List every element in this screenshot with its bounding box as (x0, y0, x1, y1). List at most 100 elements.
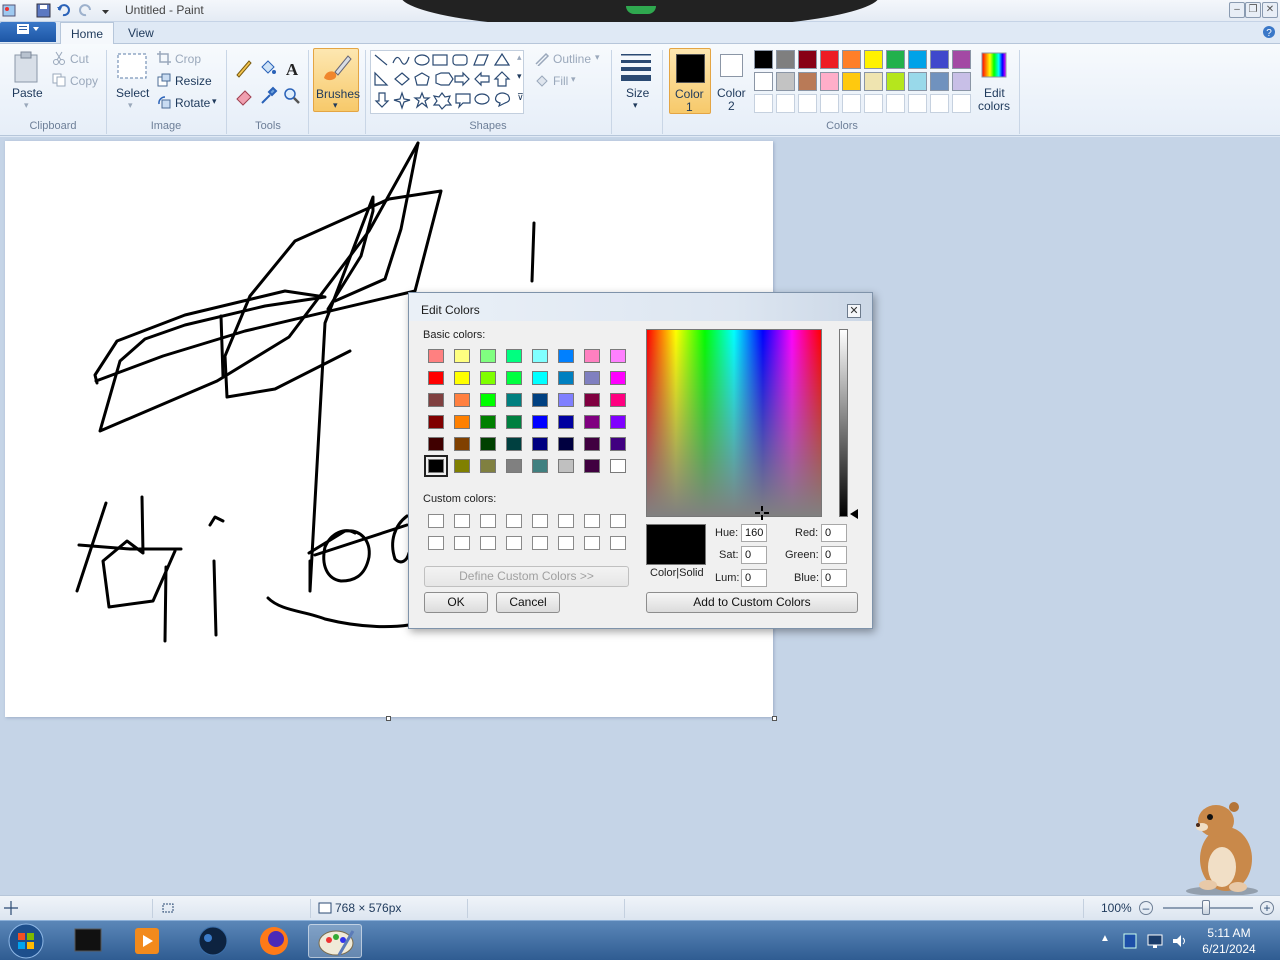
color1-button[interactable]: Color 1 (669, 48, 711, 114)
tab-home[interactable]: Home (60, 22, 115, 44)
fill-dropdown-icon[interactable]: ▾ (571, 74, 576, 85)
taskbar-app-3[interactable] (186, 924, 240, 958)
taskbar-app-4[interactable] (247, 924, 301, 958)
magnifier-icon[interactable] (282, 86, 302, 106)
canvas-resize-handle-corner[interactable] (772, 716, 777, 721)
basic-color-swatch[interactable] (428, 349, 444, 363)
basic-color-swatch[interactable] (558, 437, 574, 451)
restore-button[interactable]: ❐ (1245, 2, 1261, 18)
basic-color-swatch[interactable] (506, 393, 522, 407)
undo-icon[interactable] (56, 3, 71, 18)
resize-button[interactable]: Resize (175, 74, 212, 88)
custom-color-swatch[interactable] (584, 536, 600, 550)
basic-color-swatch[interactable] (532, 349, 548, 363)
green-field[interactable]: 0 (821, 546, 847, 564)
custom-color-swatch[interactable] (428, 536, 444, 550)
basic-color-swatch[interactable] (584, 349, 600, 363)
rotate-icon[interactable] (157, 95, 171, 109)
taskbar-app-1[interactable] (62, 924, 116, 958)
paste-dropdown-icon[interactable]: ▾ (24, 100, 29, 111)
basic-color-swatch[interactable] (584, 415, 600, 429)
size-dropdown-icon[interactable]: ▾ (633, 100, 638, 111)
palette-custom-slot[interactable] (754, 94, 773, 113)
basic-color-swatch[interactable] (558, 349, 574, 363)
custom-color-swatch[interactable] (428, 514, 444, 528)
dialog-title-bar[interactable]: Edit Colors ✕ (409, 293, 872, 321)
palette-color-swatch[interactable] (776, 50, 795, 69)
sat-field[interactable]: 0 (741, 546, 767, 564)
paint-menu-button[interactable] (0, 22, 56, 42)
volume-icon[interactable] (1170, 932, 1188, 950)
resize-icon[interactable] (157, 73, 171, 87)
basic-color-swatch[interactable] (480, 437, 496, 451)
basic-color-swatch[interactable] (424, 455, 448, 477)
luminosity-slider[interactable] (839, 329, 848, 517)
custom-color-swatch[interactable] (480, 514, 496, 528)
size-button[interactable]: Size (626, 86, 649, 100)
basic-color-swatch[interactable] (584, 393, 600, 407)
basic-color-swatch[interactable] (532, 415, 548, 429)
zoom-out-button[interactable]: – (1139, 901, 1153, 915)
start-button-icon[interactable] (6, 922, 46, 960)
palette-color-swatch[interactable] (754, 50, 773, 69)
basic-color-swatch[interactable] (506, 349, 522, 363)
taskbar-clock[interactable]: 5:11 AM 6/21/2024 (1196, 925, 1262, 957)
palette-color-swatch[interactable] (776, 72, 795, 91)
custom-color-swatch[interactable] (610, 536, 626, 550)
lum-field[interactable]: 0 (741, 569, 767, 587)
basic-color-swatch[interactable] (480, 349, 496, 363)
basic-color-swatch[interactable] (558, 393, 574, 407)
basic-color-swatch[interactable] (428, 437, 444, 451)
basic-color-swatch[interactable] (610, 371, 626, 385)
canvas-resize-handle-bottom[interactable] (386, 716, 391, 721)
customize-qat-icon[interactable] (98, 3, 113, 18)
basic-color-swatch[interactable] (428, 415, 444, 429)
shapes-scroll-up-icon[interactable]: ▴ (517, 52, 522, 63)
custom-color-swatch[interactable] (610, 514, 626, 528)
color-spectrum[interactable] (646, 329, 822, 520)
basic-color-swatch[interactable] (480, 393, 496, 407)
palette-color-swatch[interactable] (864, 72, 883, 91)
palette-custom-slot[interactable] (842, 94, 861, 113)
minimize-button[interactable]: – (1229, 2, 1245, 18)
luminosity-pointer-icon[interactable] (850, 509, 858, 519)
palette-color-swatch[interactable] (886, 72, 905, 91)
shapes-scroll-down-icon[interactable]: ▾ (517, 71, 522, 82)
pencil-icon[interactable] (234, 58, 254, 78)
palette-color-swatch[interactable] (842, 50, 861, 69)
basic-color-swatch[interactable] (610, 349, 626, 363)
tray-app-icon[interactable] (1121, 932, 1139, 950)
basic-color-swatch[interactable] (584, 437, 600, 451)
select-dropdown-icon[interactable]: ▾ (128, 100, 133, 111)
redo-icon[interactable] (78, 3, 93, 18)
palette-color-swatch[interactable] (930, 72, 949, 91)
basic-color-swatch[interactable] (610, 415, 626, 429)
select-icon[interactable] (116, 52, 148, 80)
basic-color-swatch[interactable] (454, 393, 470, 407)
taskbar-app-2[interactable] (120, 924, 174, 958)
custom-color-swatch[interactable] (558, 514, 574, 528)
palette-color-swatch[interactable] (820, 50, 839, 69)
rotate-button[interactable]: Rotate (175, 96, 210, 110)
basic-color-swatch[interactable] (532, 459, 548, 473)
outline-button[interactable]: Outline (553, 52, 591, 66)
palette-color-swatch[interactable] (908, 50, 927, 69)
eraser-icon[interactable] (234, 86, 254, 106)
palette-custom-slot[interactable] (952, 94, 971, 113)
edit-colors-label[interactable]: Edit (984, 86, 1005, 100)
shapes-gallery[interactable] (370, 50, 524, 114)
palette-custom-slot[interactable] (886, 94, 905, 113)
basic-color-swatch[interactable] (506, 437, 522, 451)
blue-field[interactable]: 0 (821, 569, 847, 587)
crop-icon[interactable] (157, 51, 171, 65)
rotate-dropdown-icon[interactable]: ▾ (212, 96, 217, 107)
add-to-custom-colors-button[interactable]: Add to Custom Colors (646, 592, 858, 613)
cut-button[interactable]: Cut (70, 52, 89, 66)
taskbar-app-paint[interactable] (308, 924, 362, 958)
basic-color-swatch[interactable] (532, 437, 548, 451)
palette-color-swatch[interactable] (820, 72, 839, 91)
palette-custom-slot[interactable] (820, 94, 839, 113)
custom-color-swatch[interactable] (558, 536, 574, 550)
palette-custom-slot[interactable] (776, 94, 795, 113)
crop-button[interactable]: Crop (175, 52, 201, 66)
